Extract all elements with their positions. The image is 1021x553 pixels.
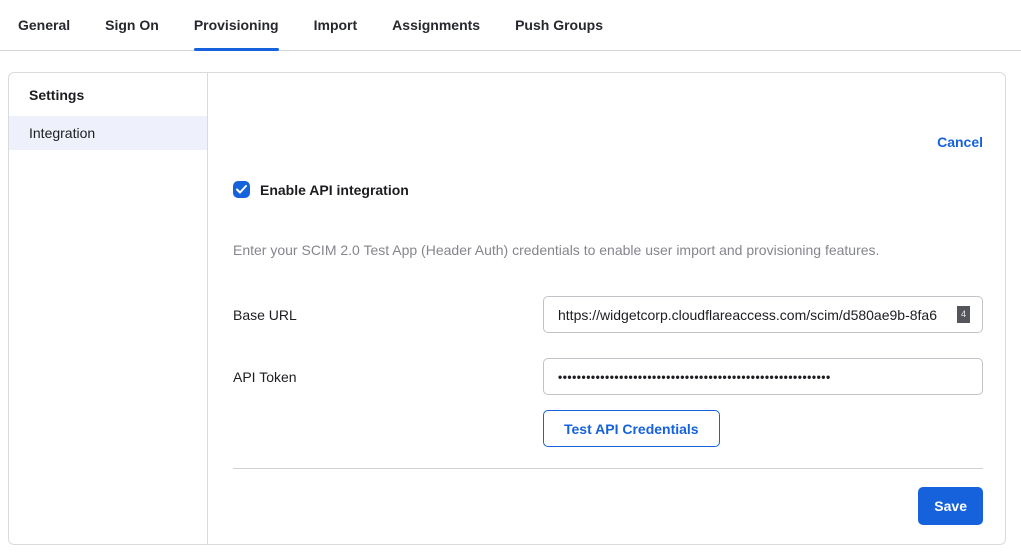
sidebar-header: Settings [9,87,207,116]
form-footer-actions: Save [233,487,983,525]
api-token-label: API Token [233,369,543,385]
checkmark-icon [236,185,247,194]
base-url-input[interactable] [543,296,983,333]
form-header-actions: Cancel [233,134,983,150]
enable-api-integration-row: Enable API integration [233,181,983,198]
tab-import[interactable]: Import [314,17,358,50]
settings-sidebar: Settings Integration [9,73,208,544]
api-token-field-row: API Token [233,358,983,395]
base-url-field-row: Base URL 4 [233,296,983,333]
sidebar-item-integration[interactable]: Integration [9,116,207,150]
base-url-input-wrap: 4 [543,296,983,333]
cancel-link[interactable]: Cancel [937,134,983,150]
save-button[interactable]: Save [918,487,983,525]
tab-provisioning[interactable]: Provisioning [194,17,279,50]
enable-api-integration-checkbox[interactable] [233,181,250,198]
app-tab-bar: General Sign On Provisioning Import Assi… [0,0,1021,51]
tab-sign-on[interactable]: Sign On [105,17,159,50]
api-token-input[interactable] [543,358,983,395]
provisioning-panel: Settings Integration Cancel Enable API i… [8,72,1006,545]
enable-api-integration-label: Enable API integration [260,182,409,198]
api-token-input-wrap [543,358,983,395]
tab-assignments[interactable]: Assignments [392,17,480,50]
form-divider [233,468,983,469]
test-credentials-row: Test API Credentials [233,410,983,447]
tab-push-groups[interactable]: Push Groups [515,17,603,50]
tab-general[interactable]: General [18,17,70,50]
credentials-description: Enter your SCIM 2.0 Test App (Header Aut… [233,242,983,259]
base-url-label: Base URL [233,307,543,323]
test-api-credentials-button[interactable]: Test API Credentials [543,410,720,447]
integration-settings-form: Cancel Enable API integration Enter your… [208,73,1006,544]
